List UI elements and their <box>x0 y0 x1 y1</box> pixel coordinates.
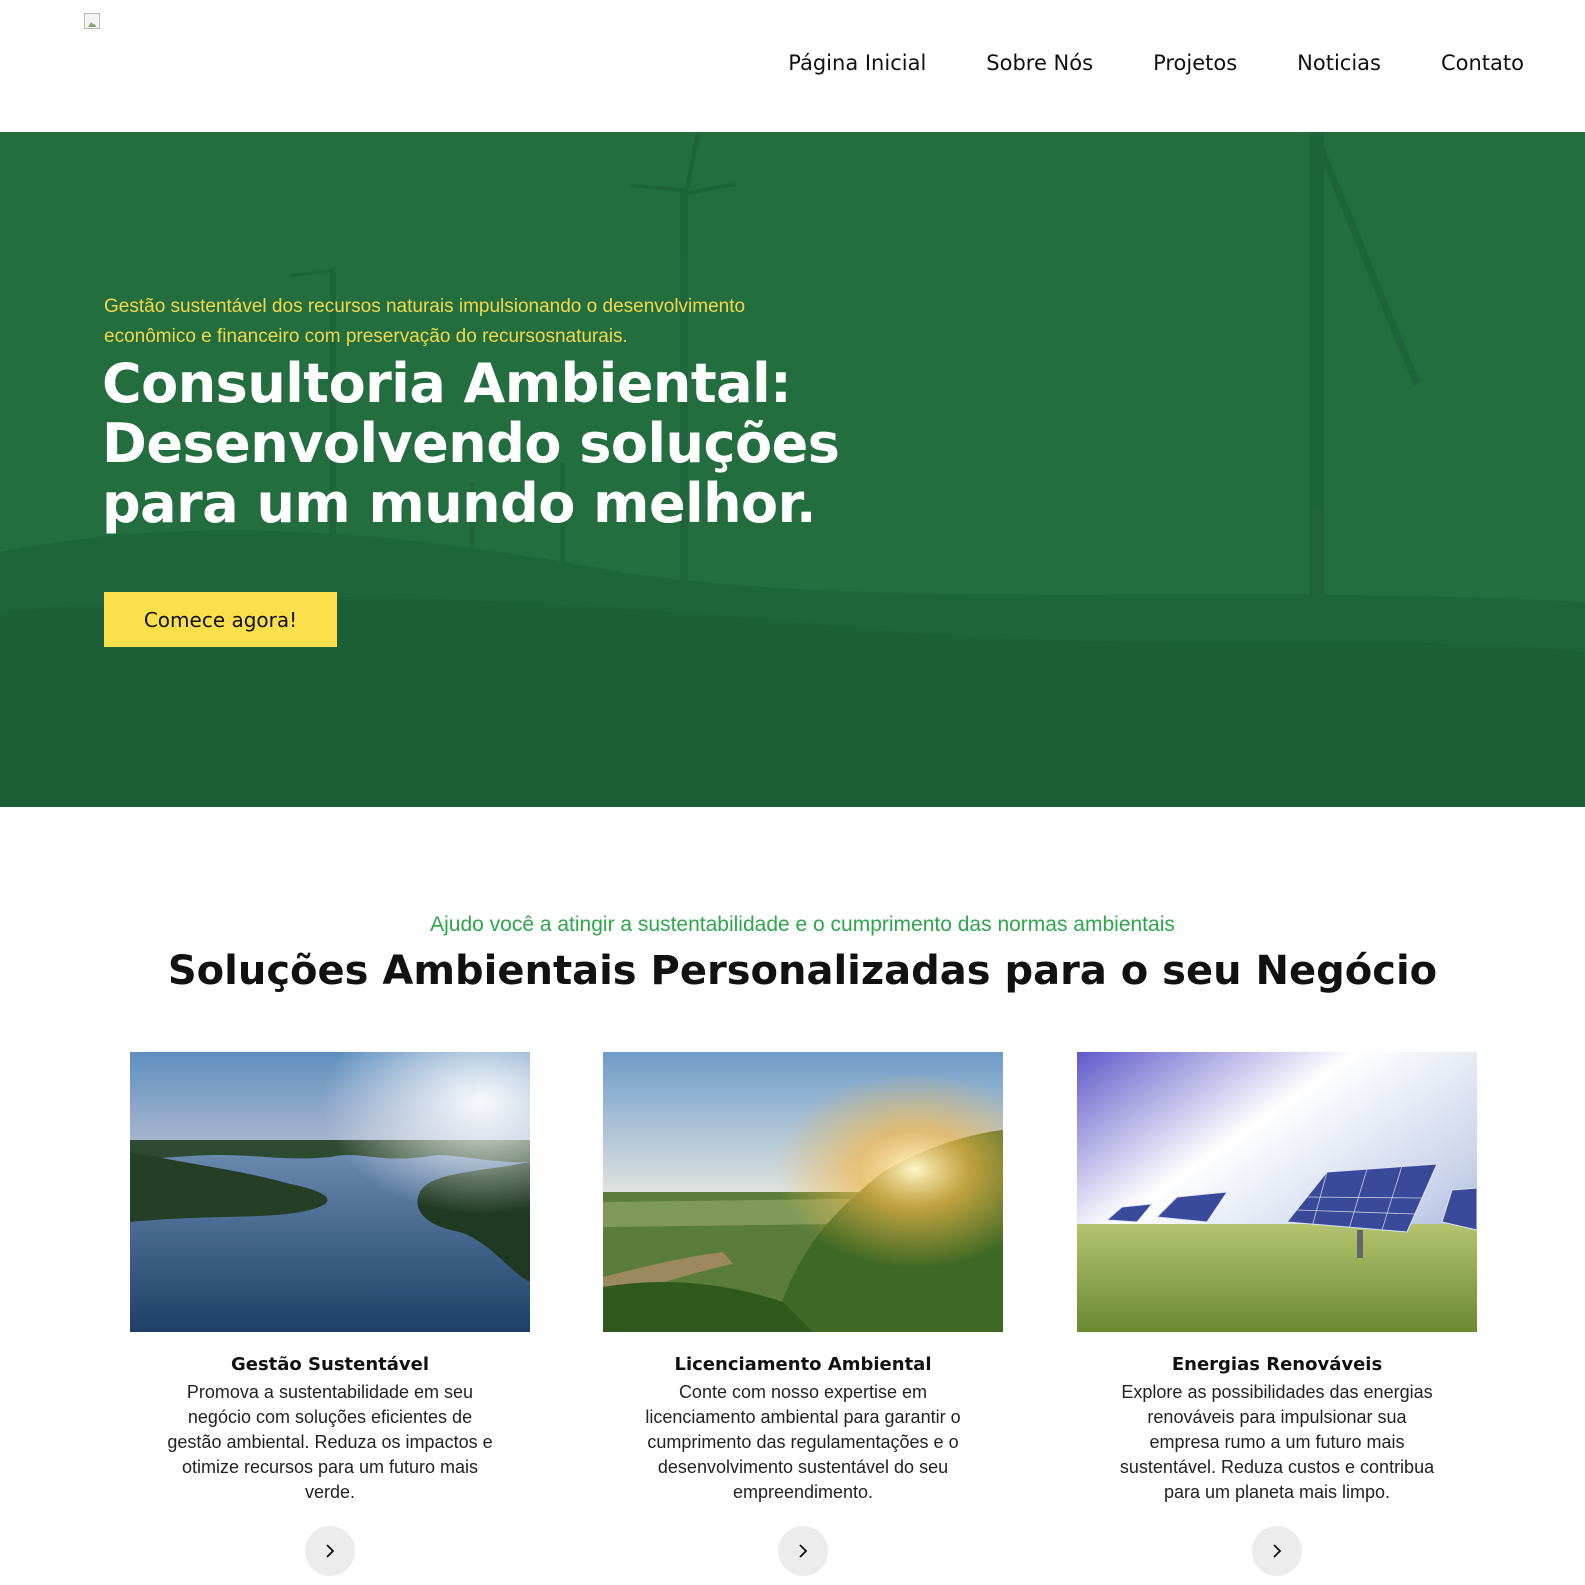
chevron-right-icon <box>1273 1544 1282 1558</box>
nav-item-noticias[interactable]: Noticias <box>1297 46 1381 80</box>
hero-title: Consultoria Ambiental: Desenvolvendo sol… <box>102 352 840 535</box>
chevron-right-icon <box>326 1544 335 1558</box>
nav-item-projetos[interactable]: Projetos <box>1153 46 1237 80</box>
service-card-text: Conte com nosso expertise em licenciamen… <box>645 1382 961 1502</box>
service-card-title: Gestão Sustentável <box>230 1354 430 1375</box>
service-card-licenciamento-ambiental: Licenciamento Ambiental Conte com nosso … <box>603 1052 1003 1576</box>
service-card-title: Energias Renováveis <box>1171 1354 1383 1375</box>
chevron-right-icon <box>799 1544 808 1558</box>
service-card-gestao-sustentavel: Gestão Sustentável Promova a sustentabil… <box>130 1052 530 1576</box>
forest-sunset-image <box>603 1052 1003 1332</box>
main-nav: Página Inicial Sobre Nós Projetos Notici… <box>788 46 1524 80</box>
service-card-text: Promova a sustentabilidade em seu negóci… <box>167 1382 493 1502</box>
services-eyebrow: Ajudo você a atingir a sustentabilidade … <box>430 913 1175 936</box>
hero-subtitle: Gestão sustentável dos recursos naturais… <box>104 296 746 347</box>
service-card-text: Explore as possibilidades das energias r… <box>1119 1382 1435 1502</box>
service-card-more-button[interactable] <box>778 1526 828 1576</box>
solar-panels-image <box>1077 1052 1477 1332</box>
nav-item-sobre-nos[interactable]: Sobre Nós <box>986 46 1093 80</box>
logo-broken-image-icon[interactable] <box>84 13 104 33</box>
river-forest-image <box>130 1052 530 1332</box>
service-card-more-button[interactable] <box>1252 1526 1302 1576</box>
services-title: Soluções Ambientais Personalizadas para … <box>167 948 1438 994</box>
site-header: Página Inicial Sobre Nós Projetos Notici… <box>0 0 1585 132</box>
hero-section: Gestão sustentável dos recursos naturais… <box>0 132 1585 807</box>
service-card-energias-renovaveis: Energias Renováveis Explore as possibili… <box>1077 1052 1477 1576</box>
nav-item-pagina-inicial[interactable]: Página Inicial <box>788 46 926 80</box>
service-card-more-button[interactable] <box>305 1526 355 1576</box>
get-started-button[interactable]: Comece agora! <box>104 592 337 647</box>
nav-item-contato[interactable]: Contato <box>1441 46 1524 80</box>
service-card-title: Licenciamento Ambiental <box>674 1354 932 1375</box>
